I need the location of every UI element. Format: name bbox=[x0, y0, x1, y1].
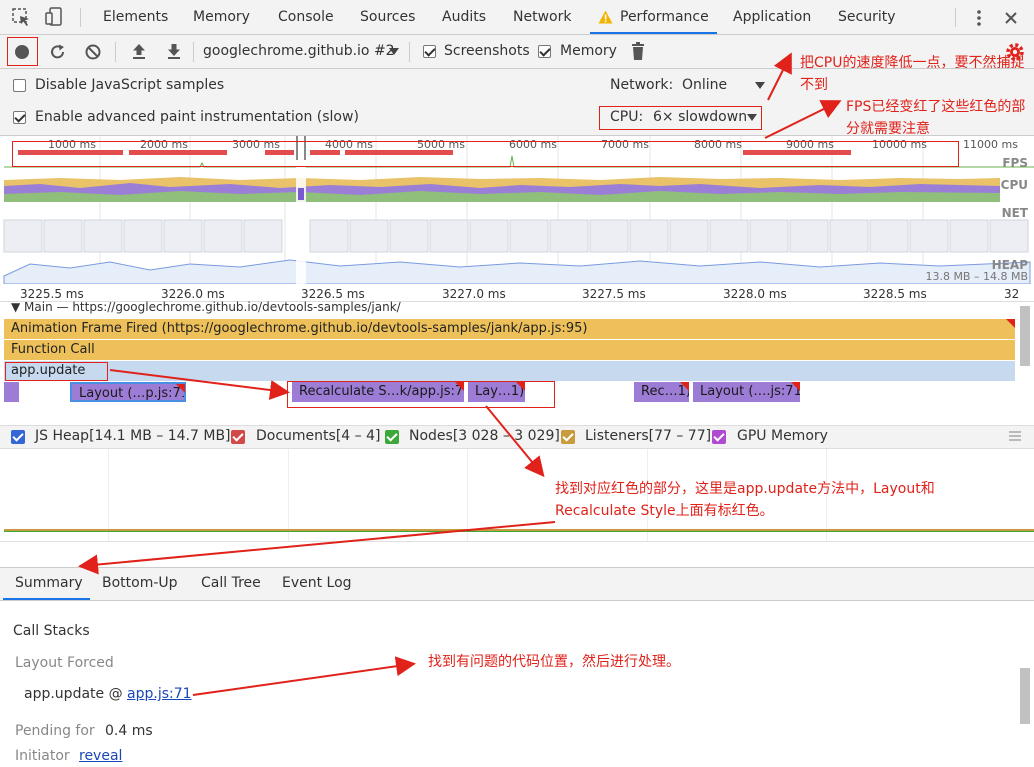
details-spacer bbox=[0, 541, 1034, 567]
fps-highlight-box bbox=[12, 141, 959, 167]
documents-checkbox[interactable] bbox=[231, 430, 245, 444]
screenshots-checkbox[interactable] bbox=[423, 45, 436, 58]
annotation-code-note: 找到有问题的代码位置，然后进行处理。 bbox=[428, 654, 680, 670]
reload-icon[interactable] bbox=[49, 43, 67, 61]
nodes-label: Nodes[3 028 – 3 029] bbox=[409, 428, 560, 444]
gpu-memory-checkbox[interactable] bbox=[712, 430, 726, 444]
upload-icon[interactable] bbox=[131, 43, 147, 61]
js-heap-checkbox[interactable] bbox=[11, 430, 25, 444]
call-stacks-heading: Call Stacks bbox=[13, 623, 90, 639]
app-update-event[interactable]: app.update bbox=[4, 361, 1015, 381]
layout-event[interactable] bbox=[4, 382, 19, 402]
advanced-paint-label: Enable advanced paint instrumentation (s… bbox=[35, 109, 359, 125]
layout-event[interactable]: Layout (….js:71) bbox=[693, 382, 800, 402]
tab-summary[interactable]: Summary bbox=[15, 575, 83, 591]
ruler-tick: 32 bbox=[1004, 287, 1020, 301]
drag-handle-icon[interactable] bbox=[1008, 431, 1022, 441]
ruler-tick: 3226.5 ms bbox=[301, 287, 365, 301]
pending-value: 0.4 ms bbox=[105, 723, 153, 739]
stack-function: app.update @ bbox=[24, 686, 128, 702]
inspect-element-icon[interactable] bbox=[12, 8, 32, 28]
pending-label: Pending for bbox=[15, 723, 95, 739]
network-throttle-select[interactable]: Online bbox=[682, 77, 727, 93]
warning-marker bbox=[680, 382, 689, 391]
main-thread-header[interactable]: ▼ Main — https://googlechrome.github.io/… bbox=[11, 300, 401, 314]
layout-forced-label: Layout Forced bbox=[15, 655, 114, 671]
stack-source-link[interactable]: app.js:71 bbox=[127, 686, 192, 702]
devtools-tabbar: Elements Memory Console Sources Audits N… bbox=[0, 0, 1034, 35]
more-vertical-icon[interactable] bbox=[972, 9, 986, 27]
annotation-app-update-note: 找到对应红色的部分，这里是app.update方法中，Layout和Recalc… bbox=[555, 481, 935, 519]
advanced-paint-checkbox[interactable] bbox=[13, 111, 26, 124]
annotation-cpu-note: 把CPU的速度降低一点，要不然捕捉不到 bbox=[800, 55, 1025, 93]
memory-label: Memory bbox=[560, 43, 617, 59]
annotation-fps-note: FPS已经变红了这些红色的部分就需要注意 bbox=[846, 99, 1026, 137]
active-tab-indicator bbox=[3, 598, 90, 600]
tab-memory[interactable]: Memory bbox=[193, 0, 250, 34]
tab-performance-label: Performance bbox=[620, 9, 709, 25]
ruler-tick: 3227.5 ms bbox=[582, 287, 646, 301]
js-heap-label: JS Heap[14.1 MB – 14.7 MB] bbox=[35, 428, 231, 444]
clear-icon[interactable] bbox=[84, 43, 102, 61]
trash-icon[interactable] bbox=[631, 42, 645, 61]
disable-js-samples-checkbox[interactable] bbox=[13, 79, 26, 92]
heap-range: 13.8 MB – 14.8 MB bbox=[925, 270, 1028, 283]
chevron-down-icon bbox=[389, 48, 399, 55]
download-icon[interactable] bbox=[166, 43, 182, 61]
initiator-reveal-link[interactable]: reveal bbox=[79, 748, 122, 764]
chevron-down-icon bbox=[755, 82, 765, 89]
function-call-event[interactable]: Function Call bbox=[4, 340, 1015, 360]
tab-sources[interactable]: Sources bbox=[360, 0, 415, 34]
ruler-tick: 3225.5 ms bbox=[20, 287, 84, 301]
memory-checkbox[interactable] bbox=[538, 45, 551, 58]
cpu-lane-label: CPU bbox=[1000, 178, 1028, 192]
listeners-label: Listeners[77 – 77] bbox=[585, 428, 712, 444]
tab-application[interactable]: Application bbox=[733, 0, 811, 34]
layout-event[interactable]: Layout (…p.js:71) bbox=[70, 382, 186, 402]
cpu-highlight-box bbox=[599, 106, 762, 130]
disable-js-samples-label: Disable JavaScript samples bbox=[35, 77, 225, 93]
tab-call-tree[interactable]: Call Tree bbox=[201, 575, 261, 591]
ruler-tick: 3227.0 ms bbox=[442, 287, 506, 301]
animation-frame-event[interactable]: Animation Frame Fired (https://googlechr… bbox=[4, 319, 1015, 339]
warning-icon bbox=[598, 10, 613, 24]
recalc-highlight-box bbox=[287, 381, 555, 408]
details-scrollbar[interactable] bbox=[1020, 668, 1030, 724]
net-lane-label: NET bbox=[1001, 206, 1028, 220]
profile-select[interactable]: googlechrome.github.io #2 bbox=[203, 43, 395, 59]
tab-audits[interactable]: Audits bbox=[442, 0, 486, 34]
flame-scrollbar[interactable] bbox=[1020, 306, 1030, 366]
app-update-highlight-box bbox=[5, 362, 108, 381]
documents-label: Documents[4 – 4] bbox=[256, 428, 381, 444]
tab-console[interactable]: Console bbox=[278, 0, 334, 34]
warning-marker bbox=[1006, 319, 1015, 328]
close-icon[interactable] bbox=[1003, 10, 1019, 26]
tab-bottom-up[interactable]: Bottom-Up bbox=[102, 575, 178, 591]
record-highlight-box bbox=[7, 37, 38, 66]
warning-marker bbox=[791, 382, 800, 391]
warning-marker bbox=[176, 384, 185, 393]
tab-event-log[interactable]: Event Log bbox=[282, 575, 352, 591]
ruler-tick: 3228.5 ms bbox=[863, 287, 927, 301]
tab-elements[interactable]: Elements bbox=[103, 0, 168, 34]
network-label: Network: bbox=[610, 77, 674, 93]
call-stack-entry: app.update @ app.js:71 bbox=[24, 686, 192, 702]
tab-security[interactable]: Security bbox=[838, 0, 896, 34]
listeners-checkbox[interactable] bbox=[561, 430, 575, 444]
nodes-checkbox[interactable] bbox=[385, 430, 399, 444]
fps-lane-label: FPS bbox=[1002, 156, 1028, 170]
gpu-memory-label: GPU Memory bbox=[737, 428, 828, 444]
screenshots-label: Screenshots bbox=[444, 43, 530, 59]
ruler-tick: 3228.0 ms bbox=[723, 287, 787, 301]
initiator-label: Initiator bbox=[15, 748, 70, 764]
device-toolbar-icon[interactable] bbox=[44, 7, 64, 27]
ruler-tick: 3226.0 ms bbox=[161, 287, 225, 301]
tab-network[interactable]: Network bbox=[513, 0, 571, 34]
